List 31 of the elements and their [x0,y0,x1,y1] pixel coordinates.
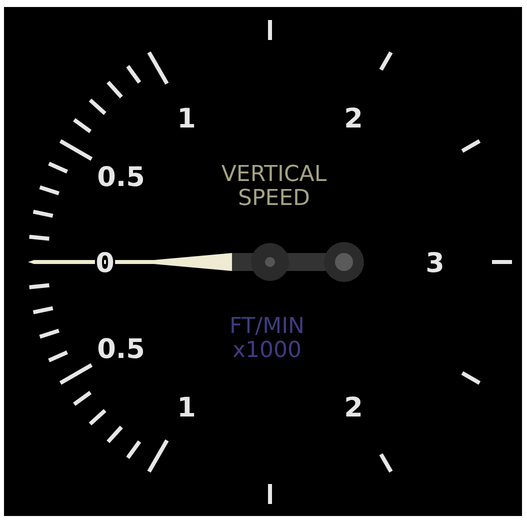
tick-mark [126,440,142,459]
unit-label: FT/MIN x1000 [229,314,305,363]
scale-label: 2 [344,392,363,424]
tick-mark [32,306,54,314]
tick-mark [461,139,481,153]
scale-label: 0.5 [97,334,145,365]
tick-mark [29,283,50,290]
gauge-title: VERTICAL SPEED [221,162,327,211]
scale-label: 1 [177,103,196,134]
tick-mark [461,371,481,385]
tick-mark [147,439,169,473]
scale-label: 3 [426,248,444,279]
tick-mark [32,210,54,218]
tick-mark [73,390,92,406]
scale-label: 2 [344,103,363,134]
tick-mark [126,65,142,84]
tick-mark [106,426,123,444]
tick-mark [106,80,123,98]
tick-mark [268,20,272,40]
tick-mark [88,98,106,115]
tick-mark [39,328,60,339]
tick-mark [379,51,393,71]
scale-label: 1 [177,392,196,424]
tick-mark [379,453,393,473]
tick-mark [29,234,50,241]
tick-mark [147,51,169,85]
tick-mark [73,118,92,134]
scale-label: 0.5 [97,162,145,193]
tick-mark [268,484,272,504]
tick-mark [88,409,106,426]
tick-mark [39,185,60,196]
